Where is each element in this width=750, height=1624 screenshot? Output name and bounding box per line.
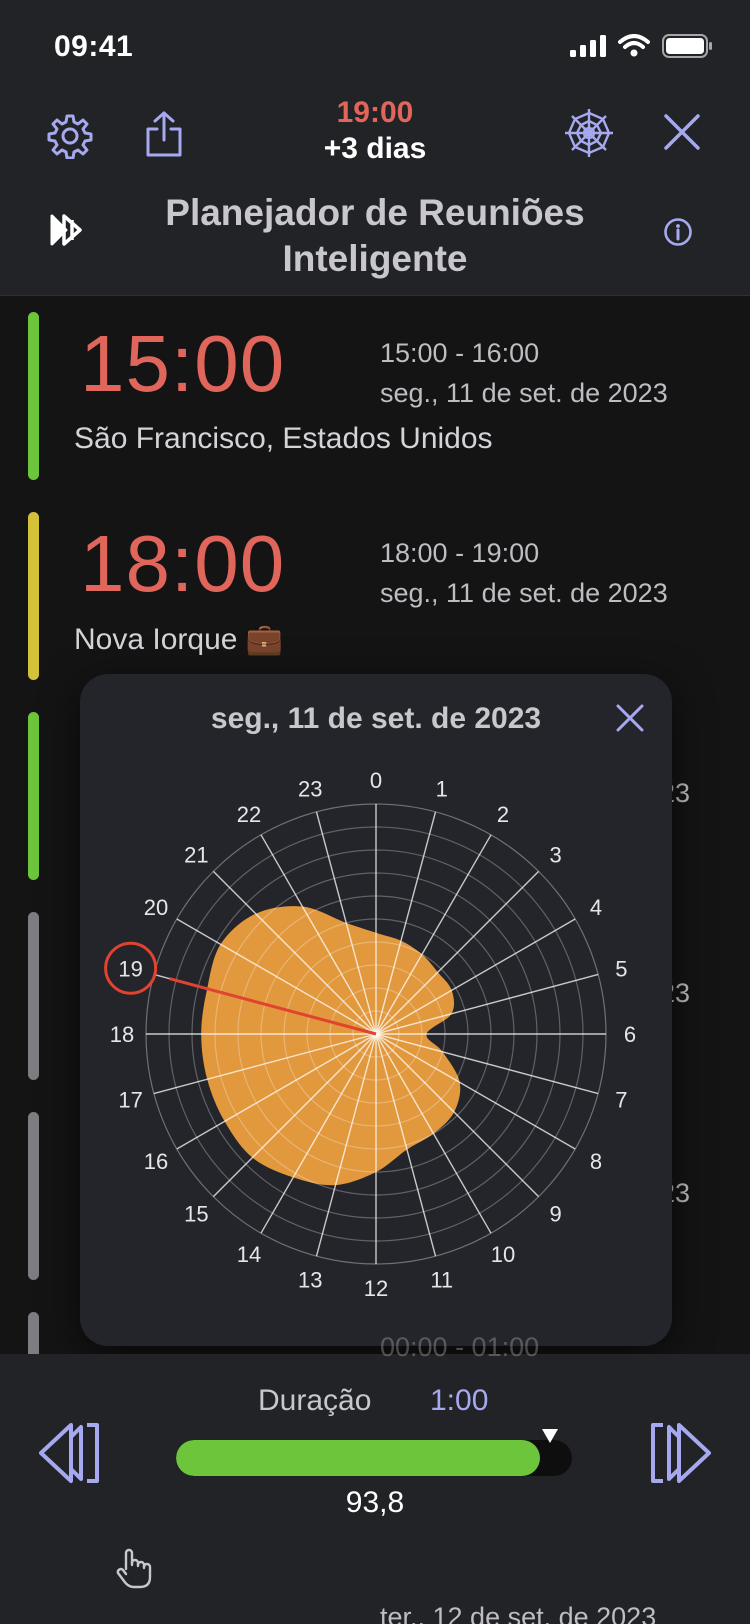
- progress-value: 93,8: [345, 1486, 405, 1519]
- hidden-time-range: 00:00 - 01:00: [380, 1332, 540, 1362]
- time-range: 18:00 - 19:00: [380, 538, 540, 568]
- hour-label[interactable]: 7: [615, 1088, 627, 1113]
- local-time: 18:00: [80, 519, 286, 608]
- location-name: Nova Iorque 💼: [74, 623, 284, 656]
- footer-controls: 00:00 - 01:00 Duração 1:00 93,8 ter., 12…: [0, 1332, 750, 1624]
- fast-forward-button[interactable]: [46, 208, 90, 252]
- list-item[interactable]: 15:00 15:00 - 16:00 seg., 11 de set. de …: [0, 296, 750, 480]
- hour-label[interactable]: 22: [237, 802, 261, 827]
- status-bar: 09:41: [0, 0, 750, 90]
- hour-label[interactable]: 23: [298, 777, 322, 802]
- list-item[interactable]: 18:00 18:00 - 19:00 seg., 11 de set. de …: [0, 496, 750, 680]
- status-icons: [570, 34, 714, 58]
- row-date: seg., 11 de set. de 2023: [380, 378, 668, 408]
- battery-icon: [662, 34, 712, 58]
- status-time: 09:41: [54, 30, 134, 63]
- hour-label[interactable]: 16: [144, 1149, 168, 1174]
- page-title: Planejador de Reuniões Inteligente: [165, 192, 585, 279]
- row-color-bar: [28, 512, 39, 680]
- hour-label[interactable]: 1: [436, 777, 448, 802]
- target-hour: 19:00: [336, 96, 414, 129]
- duration-label: Duração: [258, 1384, 372, 1417]
- duration-value[interactable]: 1:00: [430, 1384, 488, 1418]
- step-back-button[interactable]: [36, 1420, 102, 1486]
- polar-chart[interactable]: 0 1234567891011121314151617181920212223: [80, 744, 672, 1344]
- hour-label[interactable]: 11: [430, 1267, 453, 1292]
- spider-web-button[interactable]: [562, 106, 616, 160]
- hour-label[interactable]: 9: [549, 1202, 561, 1227]
- row-color-bar: [28, 1112, 39, 1280]
- hour-label[interactable]: 3: [549, 842, 561, 867]
- info-icon: [664, 218, 692, 246]
- fast-forward-icon: [50, 214, 82, 246]
- header: 19:00 +3 dias Planejador de Reuniões Int…: [0, 90, 750, 296]
- target-time: 19:00 +3 dias: [0, 96, 750, 166]
- close-icon: [664, 114, 700, 150]
- hand-pointer-icon: [116, 1548, 152, 1589]
- row-date: seg., 11 de set. de 2023: [380, 578, 668, 608]
- hour-label[interactable]: 4: [590, 895, 602, 920]
- row-color-bar: [28, 312, 39, 480]
- hour-label[interactable]: 8: [590, 1149, 602, 1174]
- hour-label[interactable]: 2: [497, 802, 509, 827]
- row-color-bar: [28, 912, 39, 1080]
- close-button[interactable]: [658, 108, 706, 156]
- location-name: São Francisco, Estados Unidos: [74, 422, 493, 455]
- hand-pointer-button[interactable]: [112, 1546, 156, 1590]
- hour-label[interactable]: 6: [624, 1022, 636, 1047]
- hour-label[interactable]: 20: [144, 895, 168, 920]
- hour-label[interactable]: 14: [237, 1242, 261, 1267]
- hour-label[interactable]: 18: [110, 1022, 134, 1047]
- hour-label[interactable]: 19: [118, 956, 142, 981]
- hour-label[interactable]: 12: [364, 1276, 388, 1301]
- spider-web-icon: [565, 109, 613, 157]
- row-color-bar: [28, 712, 39, 880]
- time-range: 15:00 - 16:00: [380, 338, 540, 368]
- hour-label[interactable]: 5: [615, 956, 627, 981]
- hour-label[interactable]: 0: [370, 768, 382, 793]
- popup-title: seg., 11 de set. de 2023: [210, 702, 542, 735]
- hour-label[interactable]: 15: [184, 1202, 208, 1227]
- step-forward-icon: [651, 1423, 711, 1483]
- hour-label[interactable]: 13: [298, 1267, 322, 1292]
- day-offset: +3 dias: [323, 132, 427, 165]
- step-back-icon: [39, 1423, 99, 1483]
- hour-label[interactable]: 10: [491, 1242, 515, 1267]
- popup-close-button[interactable]: [614, 702, 646, 739]
- signal-icon: [570, 35, 606, 57]
- duration-slider-fill: [176, 1440, 541, 1476]
- step-forward-button[interactable]: [648, 1420, 714, 1486]
- close-icon: [616, 704, 644, 732]
- polar-chart-popup: seg., 11 de set. de 2023 0 1 2 3 4 5 6 7 8 9 10 11 1…: [80, 674, 672, 1346]
- hour-label[interactable]: 21: [184, 842, 208, 867]
- info-button[interactable]: [660, 214, 696, 250]
- local-time: 15:00: [80, 319, 286, 408]
- duration-slider[interactable]: [176, 1440, 572, 1476]
- hidden-date: ter., 12 de set. de 2023: [380, 1602, 657, 1624]
- slider-marker-icon: [542, 1429, 558, 1443]
- hour-label[interactable]: 17: [118, 1088, 142, 1113]
- wifi-icon: [618, 34, 650, 57]
